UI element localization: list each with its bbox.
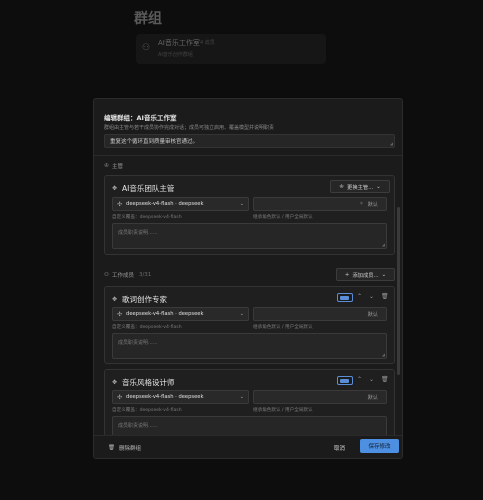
delete-group-button[interactable]: 🗑 删除群组 xyxy=(108,444,141,452)
model-icon: ✣ xyxy=(117,310,123,318)
drag-handle-icon[interactable]: ✥ xyxy=(112,296,117,303)
edit-group-modal: 编辑群组：AI音乐工作室 群组由主管与若干成员协作完成对话；成员可独立启用、覆盖… xyxy=(93,98,403,459)
supervisor-default-hint: 继承角色默认 / 用户全局默认 xyxy=(253,215,313,220)
member-default-hint: 继承角色默认 / 用户全局默认 xyxy=(253,325,313,330)
member-model-hint: 自定义覆盖：deepseek-v4-flash xyxy=(112,408,182,413)
drag-handle-icon[interactable]: ✥ xyxy=(112,185,117,192)
chevron-down-icon: ⌄ xyxy=(381,271,387,278)
resize-handle-icon[interactable]: ◢ xyxy=(382,352,385,357)
modal-description: 群组由主管与若干成员协作完成对话；成员可独立启用、覆盖模型并说明职责 xyxy=(104,125,275,131)
member-default-field[interactable]: 默认 xyxy=(253,390,387,404)
crown-icon: ♔ xyxy=(104,163,109,169)
member-header: ✥ 歌词创作专家 xyxy=(112,294,167,305)
member-default-field[interactable]: 默认 xyxy=(253,307,387,321)
divider xyxy=(94,155,402,156)
trash-icon[interactable]: 🗑 xyxy=(381,376,389,383)
group-desc: AI音乐创作群组 xyxy=(158,52,193,58)
group-name: AI音乐工作室 xyxy=(158,39,200,47)
supervisor-name: AI音乐团队主管 xyxy=(122,184,175,193)
modal-footer: 🗑 删除群组 取消 保存修改 xyxy=(94,435,402,458)
supervisor-default-field[interactable]: ✧ 默认 xyxy=(253,197,387,211)
save-button[interactable]: 保存修改 xyxy=(360,439,399,453)
chevron-down-icon: ⌄ xyxy=(239,394,244,400)
supervisor-section-label: ♔ 主管 xyxy=(104,163,123,170)
model-icon: ✣ xyxy=(117,393,123,401)
resize-handle-icon[interactable]: ◢ xyxy=(390,141,393,146)
member-model-select[interactable]: ✣ deepseek-v4-flash · deepseek ⌄ xyxy=(112,390,249,404)
member-enabled-toggle[interactable] xyxy=(337,376,353,385)
supervisor-header: ✥ AI音乐团队主管 xyxy=(112,183,174,194)
sparkle-icon: ✧ xyxy=(359,201,364,207)
member-name: 歌词创作专家 xyxy=(122,295,168,304)
group-member-count: 4 成员 xyxy=(200,40,215,46)
crown-icon: ♔ xyxy=(339,183,345,190)
role-placeholder: 成员职责说明...... xyxy=(118,340,158,346)
move-up-icon[interactable]: ⌃ xyxy=(357,376,362,383)
group-prompt-text: 重复这个循环直到质量审核官通过。 xyxy=(110,139,199,145)
supervisor-model-select[interactable]: ✣ deepseek-v4-flash · deepseek ⌄ xyxy=(112,197,249,211)
role-placeholder: 成员职责说明...... xyxy=(118,423,158,429)
member-name: 音乐风格设计师 xyxy=(122,378,175,387)
move-down-icon[interactable]: ⌄ xyxy=(369,293,374,300)
model-icon: ✣ xyxy=(117,200,123,208)
member-role-textarea[interactable]: 成员职责说明...... ◢ xyxy=(112,333,387,359)
users-icon: ⚇ xyxy=(104,272,109,278)
chevron-down-icon: ⌄ xyxy=(239,201,244,207)
member-enabled-toggle[interactable] xyxy=(337,293,353,302)
page-title: 群组 xyxy=(134,11,162,27)
modal-title: 编辑群组：AI音乐工作室 xyxy=(104,114,177,122)
trash-icon[interactable]: 🗑 xyxy=(381,293,389,300)
member-card: ✥ 歌词创作专家 ⌃ ⌄ 🗑 ✣ deepseek-v4-flash · dee… xyxy=(104,286,395,364)
plus-icon: + xyxy=(344,271,350,278)
add-member-button[interactable]: + 添加成员... ⌄ xyxy=(336,268,395,281)
members-count: 3/31 xyxy=(138,272,152,278)
move-up-icon[interactable]: ⌃ xyxy=(357,293,362,300)
member-header: ✥ 音乐风格设计师 xyxy=(112,377,175,388)
scrollbar[interactable] xyxy=(397,207,400,375)
group-prompt-textarea[interactable]: 重复这个循环直到质量审核官通过。 ◢ xyxy=(104,134,395,148)
members-section-label: ⚇ 工作成员 3/31 xyxy=(104,272,152,279)
resize-handle-icon[interactable]: ◢ xyxy=(382,242,385,247)
member-default-hint: 继承角色默认 / 用户全局默认 xyxy=(253,408,313,413)
supervisor-role-textarea[interactable]: 成员职责说明...... ◢ xyxy=(112,223,387,249)
chevron-down-icon: ⌄ xyxy=(376,183,381,190)
supervisor-card: ✥ AI音乐团队主管 ♔ 更换主管... ⌄ ✣ deepseek-v4-fla… xyxy=(104,175,395,255)
member-model-hint: 自定义覆盖：deepseek-v4-flash xyxy=(112,325,182,330)
supervisor-model-hint: 自定义覆盖：deepseek-v4-flash xyxy=(112,215,182,220)
move-down-icon[interactable]: ⌄ xyxy=(369,376,374,383)
change-supervisor-button[interactable]: ♔ 更换主管... ⌄ xyxy=(330,180,390,193)
drag-handle-icon[interactable]: ✥ xyxy=(112,379,117,386)
group-card[interactable]: ⚇ AI音乐工作室 4 成员 AI音乐创作群组 xyxy=(136,34,326,64)
role-placeholder: 成员职责说明...... xyxy=(118,230,158,236)
group-icon: ⚇ xyxy=(142,43,151,53)
cancel-button[interactable]: 取消 xyxy=(334,444,345,452)
member-model-select[interactable]: ✣ deepseek-v4-flash · deepseek ⌄ xyxy=(112,307,249,321)
chevron-down-icon: ⌄ xyxy=(239,311,244,317)
trash-icon: 🗑 xyxy=(108,445,115,451)
